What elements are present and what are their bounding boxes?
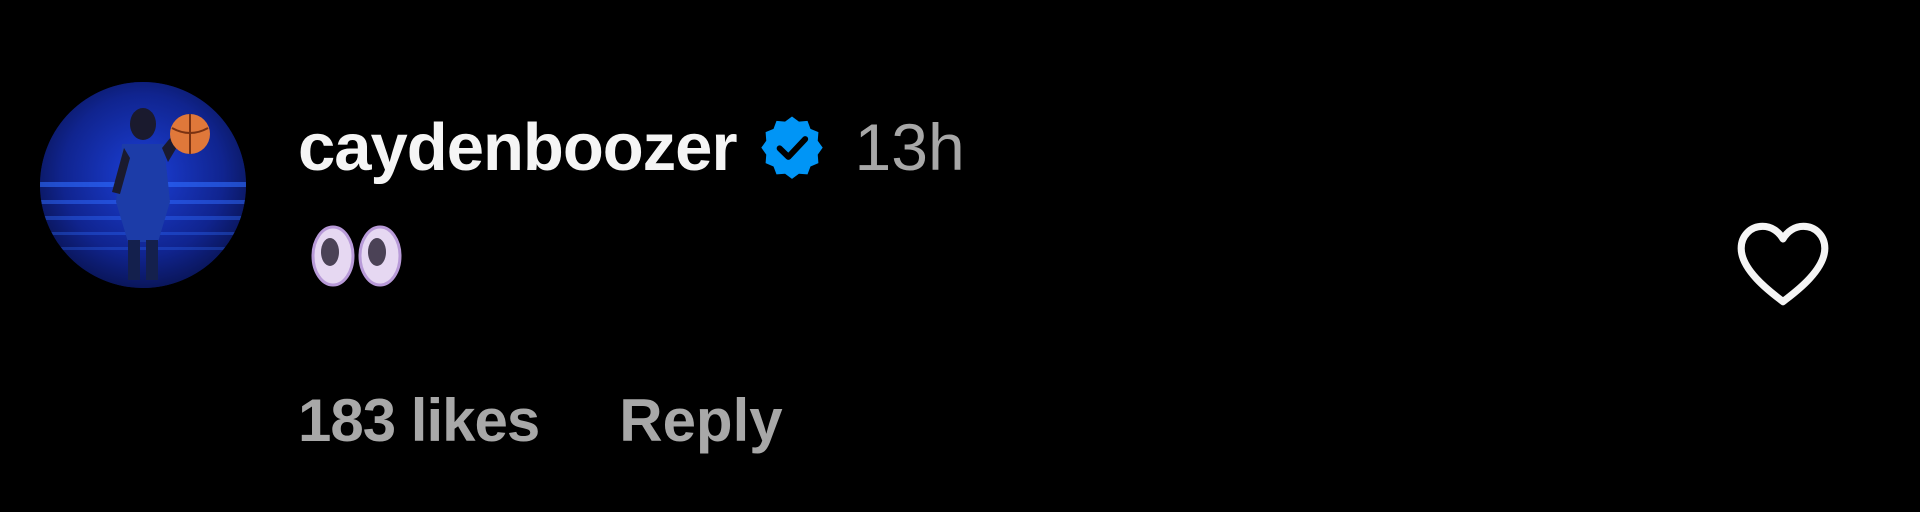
comment-item: caydenboozer 13h 183 likes Reply — [0, 0, 1920, 512]
username[interactable]: caydenboozer — [298, 109, 738, 186]
heart-outline-icon — [1737, 222, 1829, 306]
avatar-image — [40, 82, 246, 288]
reply-button[interactable]: Reply — [619, 386, 782, 455]
likes-count[interactable]: 183 likes — [298, 386, 540, 455]
verified-badge-icon — [759, 114, 825, 180]
comment-header: caydenboozer 13h — [298, 104, 965, 190]
comment-timestamp[interactable]: 13h — [855, 109, 965, 185]
eyes-emoji-icon — [311, 225, 402, 287]
like-comment-button[interactable] — [1732, 218, 1834, 310]
comment-text — [308, 222, 408, 290]
avatar[interactable] — [40, 82, 246, 288]
comment-actions: 183 likes Reply — [298, 386, 783, 455]
